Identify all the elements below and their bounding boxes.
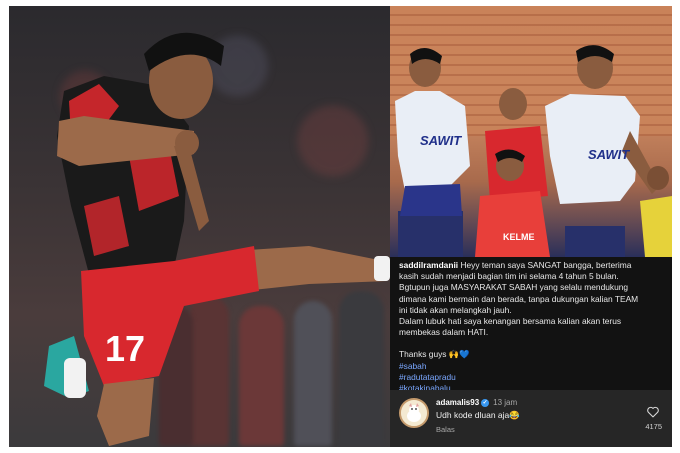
jersey-number: 17 xyxy=(105,328,146,369)
caption-thanks: Thanks guys 🙌💙 xyxy=(399,349,470,360)
reply-button[interactable]: Balas xyxy=(436,425,455,434)
left-photo: 17 xyxy=(9,6,390,447)
post-username[interactable]: saddilramdanii xyxy=(399,260,458,270)
right-photo: SAWIT SAWIT KELME xyxy=(390,6,672,257)
verified-badge-icon: ✓ xyxy=(481,398,490,407)
instagram-post-panel: SAWIT SAWIT KELME saddilramdanii Heyy te… xyxy=(390,6,672,447)
like-count: 4175 xyxy=(645,422,662,431)
caption-line: dimana kami bermain dan berada, tanpa du… xyxy=(399,293,639,304)
caption-line: kasih sudah menjadi bagian tim ini selam… xyxy=(399,271,619,282)
avatar-image xyxy=(401,400,427,426)
caption-line: Bgtupun juga MASYARAKAT SABAH yang selal… xyxy=(399,282,629,293)
sponsor-text: SAWIT xyxy=(588,147,630,162)
hashtag-link[interactable]: #sabah xyxy=(399,361,667,372)
caption-line: saddilramdanii Heyy teman saya SANGAT ba… xyxy=(399,260,667,271)
comment-item: adamalis93 ✓ 13 jam Udh kode dluan aja😂 Ba… xyxy=(390,390,672,447)
comment-header: adamalis93 ✓ 13 jam xyxy=(436,398,517,407)
hashtag-link[interactable]: #radutatapradu xyxy=(399,372,667,383)
comment-username[interactable]: adamalis93 xyxy=(436,398,479,407)
kicking-player-illustration xyxy=(44,32,390,446)
caption-line: Dalam lubuk hati saya kenangan bersama k… xyxy=(399,316,622,327)
avatar[interactable] xyxy=(399,398,429,428)
team-players-illustration xyxy=(395,45,672,257)
caption-line: membekas dalam HATI. xyxy=(399,327,489,338)
comment-text: Udh kode dluan aja😂 xyxy=(436,410,520,420)
kit-brand-text: KELME xyxy=(503,232,535,242)
sponsor-text: SAWIT xyxy=(420,133,462,148)
caption-text: Heyy teman saya SANGAT bangga, berterima xyxy=(460,260,632,270)
caption-line: ini tidak akan melangkah jauh. xyxy=(399,304,512,315)
comment-time: 13 jam xyxy=(493,398,518,407)
heart-icon[interactable] xyxy=(646,406,660,418)
post-caption: saddilramdanii Heyy teman saya SANGAT ba… xyxy=(399,260,667,394)
